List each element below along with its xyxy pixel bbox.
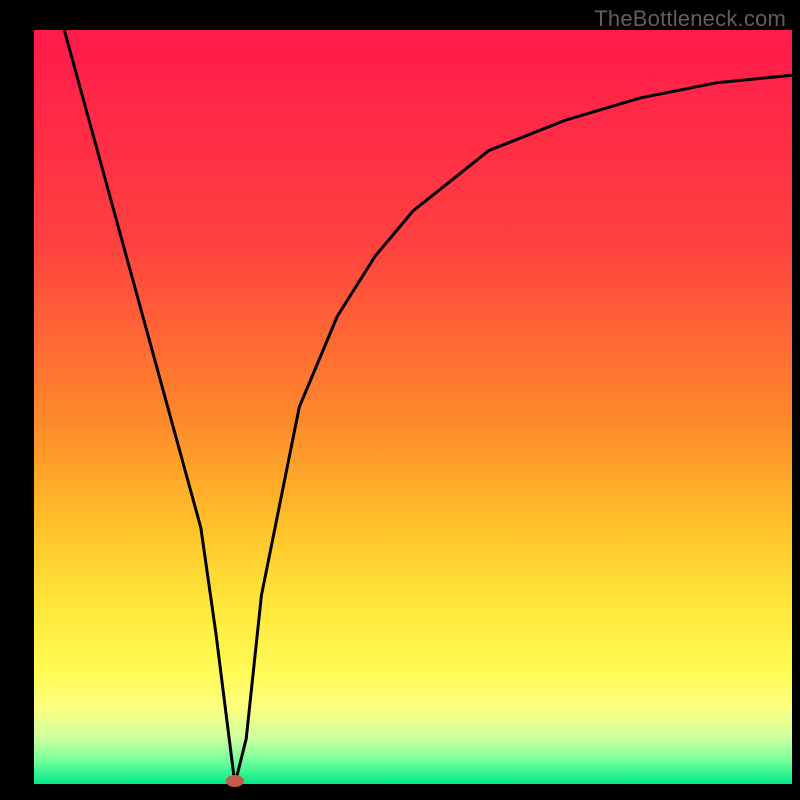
chart-stage: TheBottleneck.com xyxy=(0,0,800,800)
plot-background xyxy=(34,30,792,784)
chart-svg xyxy=(0,0,800,800)
optimum-marker xyxy=(226,775,244,787)
